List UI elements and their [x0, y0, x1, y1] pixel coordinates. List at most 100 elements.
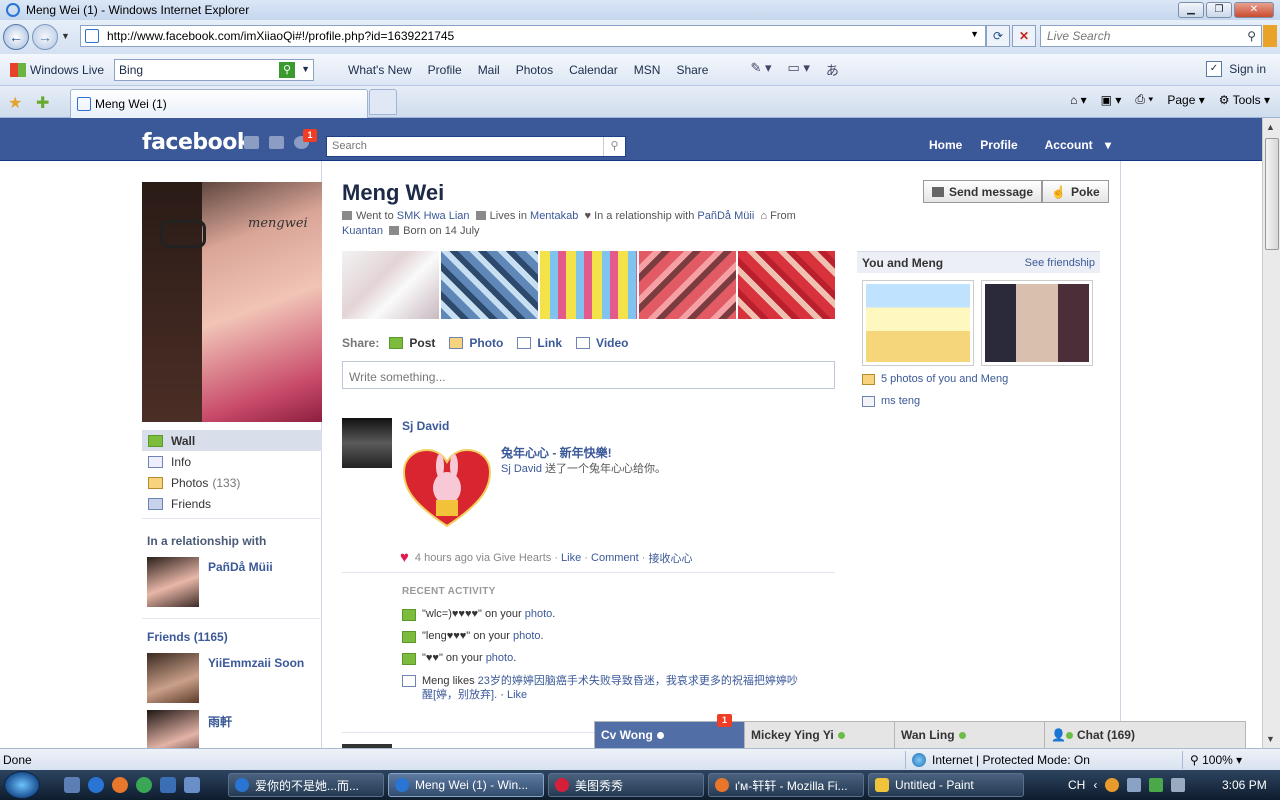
ie-icon[interactable] [88, 777, 104, 793]
taskbar-item[interactable]: Meng Wei (1) - Win... [388, 773, 544, 797]
gift-title[interactable]: 兔年心心 - 新年快樂! [501, 444, 612, 461]
tab-meng-wei[interactable]: Meng Wei (1) [70, 89, 368, 118]
feeds-icon[interactable]: ▣ ▾ [1101, 93, 1122, 107]
nav-home[interactable]: Home [920, 138, 971, 152]
address-dropdown-icon[interactable]: ▼ [970, 29, 979, 39]
tools-menu[interactable]: ⚙ Tools ▾ [1219, 93, 1270, 107]
link-photos[interactable]: Photos [508, 63, 561, 77]
strip-photo[interactable] [738, 251, 835, 319]
friend-avatar[interactable] [147, 653, 199, 703]
sign-in-link[interactable]: Sign in [1229, 62, 1266, 76]
clock[interactable]: 3:06 PM [1222, 778, 1267, 792]
firefox-icon[interactable] [112, 777, 128, 793]
friend-avatar[interactable] [147, 710, 199, 748]
address-bar[interactable]: http://www.facebook.com/imXiiaoQi#!/prof… [80, 25, 986, 47]
link-share[interactable]: Share [668, 63, 716, 77]
messenger-icon[interactable]: ✓ [1206, 61, 1222, 77]
tray-expand-icon[interactable]: ‹ [1093, 778, 1097, 792]
partner-link[interactable]: PañDå Müii [697, 210, 754, 222]
shared-photo[interactable] [981, 280, 1093, 366]
app-icon[interactable] [160, 777, 176, 793]
strip-photo[interactable] [342, 251, 439, 319]
home-icon[interactable]: ⌂ ▾ [1070, 93, 1087, 107]
partner-avatar[interactable] [147, 557, 199, 607]
poke-button[interactable]: ☝ Poke [1042, 180, 1109, 203]
show-desktop-icon[interactable] [64, 777, 80, 793]
lives-link[interactable]: Mentakab [530, 210, 578, 222]
facebook-search-input[interactable]: Search ⚲ [326, 136, 626, 157]
taskbar-item[interactable]: 美图秀秀 [548, 773, 704, 797]
windows-live-logo[interactable]: Windows Live [10, 62, 104, 77]
share-photo-tab[interactable]: Photo [449, 336, 503, 350]
chrome-icon[interactable] [136, 777, 152, 793]
scrollbar-thumb[interactable] [1265, 138, 1279, 250]
photos-of-you-link[interactable]: 5 photos of you and Meng [862, 373, 1008, 385]
nav-profile[interactable]: Profile [971, 138, 1026, 152]
activity-photo-link[interactable]: photo [486, 652, 514, 664]
strip-photo[interactable] [441, 251, 538, 319]
share-post-tab[interactable]: Post [389, 336, 435, 350]
stop-icon[interactable]: ✕ [1012, 25, 1036, 47]
link-profile[interactable]: Profile [420, 63, 470, 77]
school-link[interactable]: SMK Hwa Lian [397, 210, 470, 222]
chat-main-button[interactable]: 👤 Chat (169) [1045, 722, 1245, 748]
link-whats-new[interactable]: What's New [340, 63, 420, 77]
music-link[interactable]: ms teng [862, 395, 920, 407]
back-button[interactable]: ← [3, 24, 29, 50]
form-fill-icon[interactable]: ▭ ▾ [788, 60, 810, 79]
taskbar-item[interactable]: 爱你的不是她...而... [228, 773, 384, 797]
security-zone[interactable]: Internet | Protected Mode: On [912, 753, 1090, 767]
friend-name[interactable]: YiiEmmzaii Soon [208, 656, 304, 670]
chevron-down-icon[interactable]: ▼ [301, 64, 310, 74]
liked-page-link[interactable]: 23岁的婷婷因脑癌手术失败导致昏迷，我哀求更多的祝福把婷婷吵醒[婷，别放弃]. [422, 675, 798, 701]
shared-photo[interactable] [862, 280, 974, 366]
hometown-link[interactable]: Kuantan [342, 225, 383, 237]
language-indicator[interactable]: CH [1068, 778, 1085, 792]
history-dropdown-icon[interactable]: ▼ [61, 31, 70, 41]
chat-tab[interactable]: Wan Ling [895, 722, 1045, 748]
highlight-icon[interactable]: ✎ ▾ [750, 60, 771, 79]
story-author[interactable]: Sj David [402, 419, 449, 433]
send-message-button[interactable]: Send message [923, 180, 1043, 203]
tray-app-icon[interactable] [1105, 778, 1120, 792]
link-msn[interactable]: MSN [626, 63, 669, 77]
maximize-button[interactable]: ❐ [1206, 2, 1232, 18]
see-friendship-link[interactable]: See friendship [1025, 257, 1095, 269]
nav-friends[interactable]: Friends [142, 493, 322, 514]
page-menu[interactable]: Page ▾ [1167, 93, 1204, 107]
share-video-tab[interactable]: Video [576, 336, 629, 350]
chat-tab[interactable]: Cv Wong 1 [595, 714, 745, 748]
link-mail[interactable]: Mail [470, 63, 508, 77]
like-link[interactable]: Like [561, 552, 581, 564]
forward-button[interactable]: → [32, 24, 58, 50]
zoom-control[interactable]: ⚲ 100% ▾ [1190, 753, 1242, 767]
facebook-logo[interactable]: facebook [142, 130, 252, 155]
favorites-star-icon[interactable]: ★ [8, 93, 22, 113]
strip-photo[interactable] [639, 251, 736, 319]
scroll-up-icon[interactable]: ▲ [1266, 122, 1275, 132]
friend-requests-icon[interactable] [244, 136, 259, 149]
new-tab-button[interactable] [369, 89, 397, 115]
nav-account[interactable]: Account ▾ [1027, 138, 1120, 152]
taskbar-item[interactable]: ι'м-轩轩 - Mozilla Fi... [708, 773, 864, 797]
share-link-tab[interactable]: Link [517, 336, 562, 350]
comment-link[interactable]: Comment [591, 552, 639, 564]
friends-title[interactable]: Friends (1165) [147, 630, 228, 644]
bing-search-input[interactable]: Bing ⚲ ▼ [114, 58, 315, 81]
link-calendar[interactable]: Calendar [561, 63, 626, 77]
volume-icon[interactable] [1171, 778, 1186, 792]
nav-wall[interactable]: Wall [142, 430, 322, 451]
search-icon[interactable]: ⚲ [1247, 29, 1256, 43]
live-search-input[interactable]: Live Search ⚲ [1040, 25, 1262, 47]
partner-name[interactable]: PañDå Müii [208, 560, 273, 574]
search-go-icon[interactable]: ⚲ [279, 61, 296, 78]
strip-photo[interactable] [540, 251, 637, 319]
nav-photos[interactable]: Photos (133) [142, 472, 322, 493]
vertical-scrollbar[interactable]: ▲ ▼ [1262, 118, 1280, 748]
gift-author-link[interactable]: Sj David [501, 463, 542, 475]
chat-tab[interactable]: Mickey Ying Yi [745, 722, 895, 748]
close-button[interactable]: ✕ [1234, 2, 1274, 18]
messages-icon[interactable] [269, 136, 284, 149]
like-page-action[interactable]: Like [507, 689, 527, 701]
translate-icon[interactable]: あ [826, 60, 839, 79]
